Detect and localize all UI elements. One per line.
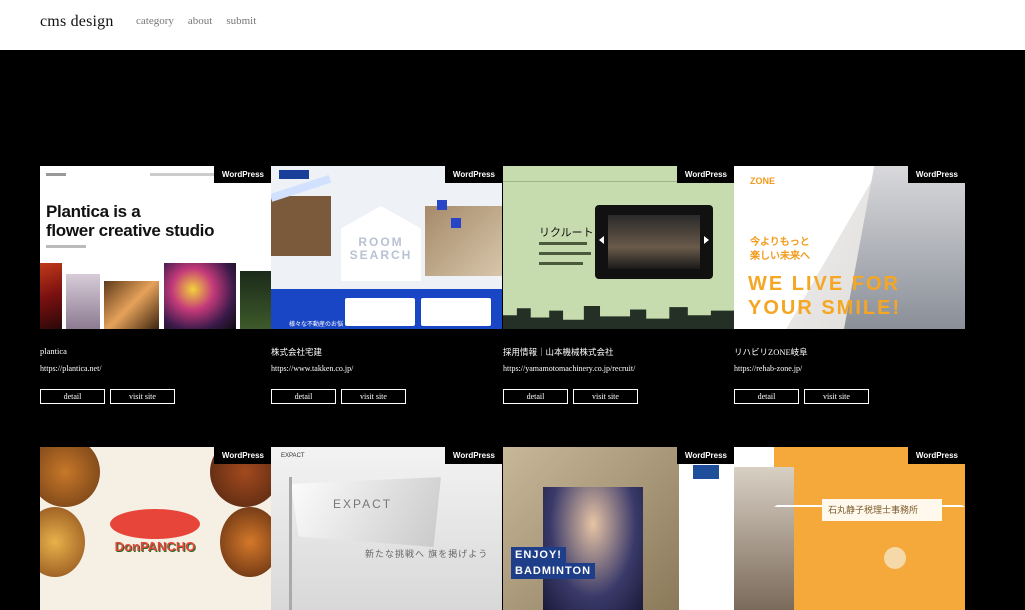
cms-badge: WordPress: [907, 166, 965, 183]
detail-button[interactable]: detail: [503, 389, 568, 404]
nav-about[interactable]: about: [188, 15, 212, 27]
top-navigation-bar: cms design category about submit: [0, 0, 1025, 50]
thumb-logo: ZONE: [750, 176, 776, 186]
cms-badge: WordPress: [444, 447, 502, 464]
site-title: 株式会社宅建: [271, 347, 323, 357]
thumb-jp: 楽しい未来へ: [750, 251, 810, 262]
thumb-headline: flower creative studio: [46, 221, 215, 240]
prev-arrow-icon[interactable]: [599, 236, 604, 244]
site-title: 採用情報｜山本機械株式会社: [503, 347, 614, 357]
site-thumbnail[interactable]: 石丸静子税理士事務所: [734, 447, 965, 610]
visit-site-button[interactable]: visit site: [573, 389, 638, 404]
detail-button[interactable]: detail: [734, 389, 799, 404]
thumb-headline: BADMINTON: [511, 563, 596, 579]
visit-site-button[interactable]: visit site: [110, 389, 175, 404]
visit-site-button[interactable]: visit site: [804, 389, 869, 404]
site-title: リハビリZONE岐阜: [734, 347, 808, 357]
site-url[interactable]: https://yamamotomachinery.co.jp/recruit/: [503, 364, 635, 373]
detail-button[interactable]: detail: [271, 389, 336, 404]
cms-badge: WordPress: [213, 447, 271, 464]
nav-category[interactable]: category: [136, 15, 174, 27]
site-logo[interactable]: cms design: [40, 13, 114, 31]
site-url[interactable]: https://rehab-zone.jp/: [734, 364, 802, 373]
site-thumbnail[interactable]: Plantica is a flower creative studio: [40, 166, 271, 329]
thumb-search: SEARCH: [349, 248, 413, 262]
site-url[interactable]: https://plantica.net/: [40, 364, 102, 373]
cms-badge: WordPress: [676, 166, 734, 183]
thumb-heading: リクルート: [539, 227, 594, 239]
main-nav: category about submit: [136, 15, 256, 27]
thumb-cta: 様々な不動産のお悩: [289, 322, 344, 328]
next-arrow-icon[interactable]: [704, 236, 709, 244]
cms-badge: WordPress: [676, 447, 734, 464]
nav-submit[interactable]: submit: [226, 15, 256, 27]
thumb-slogan: WE LIVE FOR: [748, 273, 900, 295]
site-thumbnail[interactable]: ROOM SEARCH 様々な不動産のお悩: [271, 166, 502, 329]
site-url[interactable]: https://www.takken.co.jp/: [271, 364, 353, 373]
site-thumbnail[interactable]: ENJOY! BADMINTON: [503, 447, 734, 610]
thumb-jp: 今よりもっと: [750, 237, 810, 248]
cms-badge: WordPress: [444, 166, 502, 183]
thumb-slogan: YOUR SMILE!: [748, 297, 902, 319]
detail-button[interactable]: detail: [40, 389, 105, 404]
thumb-logo: EXPACT: [281, 453, 305, 459]
visit-site-button[interactable]: visit site: [341, 389, 406, 404]
site-title: plantica: [40, 346, 67, 356]
cms-badge: WordPress: [213, 166, 271, 183]
thumb-brand: DonPANCHO: [114, 539, 196, 554]
site-thumbnail[interactable]: EXPACT EXPACT 新たな挑戦へ 旗を掲げよう: [271, 447, 502, 610]
thumb-heading: 石丸静子税理士事務所: [828, 505, 919, 515]
site-thumbnail[interactable]: DonPANCHO: [40, 447, 271, 610]
thumb-tagline: 新たな挑戦へ 旗を掲げよう: [365, 549, 489, 559]
site-thumbnail[interactable]: リクルート: [503, 166, 734, 329]
cms-badge: WordPress: [907, 447, 965, 464]
thumb-flag-text: EXPACT: [333, 497, 393, 511]
site-thumbnail[interactable]: ZONE 今よりもっと 楽しい未来へ WE LIVE FOR YOUR SMIL…: [734, 166, 965, 329]
thumb-headline: ENJOY!: [511, 547, 566, 563]
thumb-headline: Plantica is a: [46, 202, 141, 221]
